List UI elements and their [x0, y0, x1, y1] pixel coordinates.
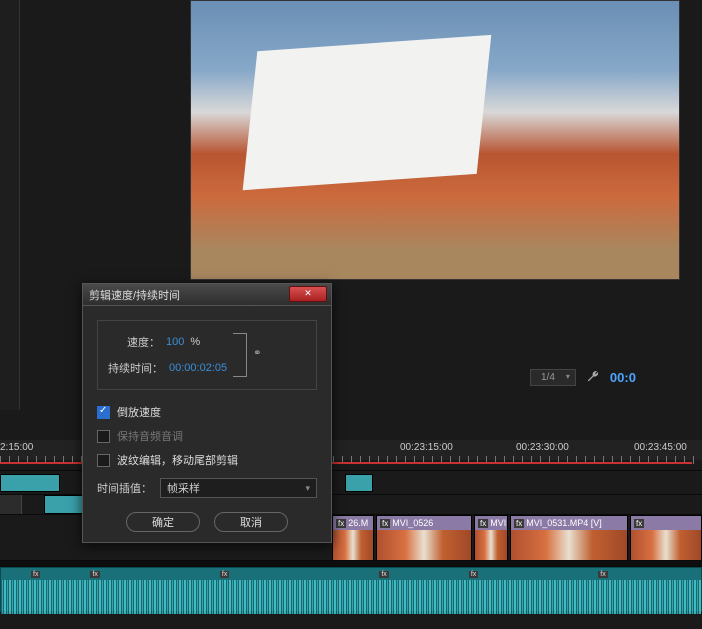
time-interpolation-label: 时间插值： — [97, 480, 152, 496]
clip[interactable] — [0, 474, 60, 492]
video-clip[interactable]: fxMVI_0526 — [376, 515, 472, 560]
fx-badge-icon: fx — [90, 571, 99, 578]
fx-badge-icon: fx — [469, 571, 478, 578]
fx-badge-icon: fx — [336, 519, 346, 528]
speed-unit: % — [190, 336, 200, 348]
maintain-pitch-row[interactable]: 保持音频音调 — [97, 428, 317, 444]
clip-label: MVI_0526 — [392, 518, 433, 528]
ruler-tick-1: 00:23:15:00 — [400, 442, 453, 453]
time-interpolation-select[interactable]: 帧采样 — [160, 478, 317, 498]
preview-frame — [191, 1, 679, 279]
left-panel — [0, 0, 20, 410]
playback-controls: 1/4 00:0 — [530, 365, 702, 389]
dialog-title: 剪辑速度/持续时间 — [89, 287, 180, 303]
audio-track-a1[interactable]: fx fx fx fx fx fx — [0, 566, 702, 612]
reverse-speed-label: 倒放速度 — [117, 404, 161, 420]
reverse-speed-row[interactable]: 倒放速度 — [97, 404, 317, 420]
fx-badge-icon: fx — [598, 571, 607, 578]
speed-value[interactable]: 100 — [166, 336, 184, 348]
clip-thumb — [475, 530, 507, 562]
reverse-speed-checkbox[interactable] — [97, 406, 110, 419]
track-header[interactable] — [0, 495, 22, 514]
wrench-icon[interactable] — [586, 370, 600, 384]
fx-badge-icon: fx — [220, 571, 229, 578]
clip-thumb — [511, 530, 627, 562]
out-timecode[interactable]: 00:0 — [610, 370, 636, 385]
playback-resolution-select[interactable]: 1/4 — [530, 369, 576, 386]
video-clip[interactable]: fxMVI — [474, 515, 508, 560]
video-clip[interactable]: fx — [630, 515, 702, 560]
ripple-edit-checkbox[interactable] — [97, 454, 110, 467]
maintain-pitch-checkbox[interactable] — [97, 430, 110, 443]
program-monitor — [190, 0, 680, 280]
dialog-titlebar[interactable]: 剪辑速度/持续时间 ✕ — [83, 284, 331, 306]
video-clip[interactable]: fx26.M — [332, 515, 374, 560]
clip-thumb — [333, 530, 373, 562]
audio-clip-header[interactable]: fx fx fx fx fx fx — [1, 568, 701, 580]
clip[interactable] — [345, 474, 373, 492]
duration-value[interactable]: 00:00:02:05 — [169, 362, 227, 374]
speed-duration-group: 速度： 100 % 持续时间： 00:00:02:05 ⚭ — [97, 320, 317, 390]
speed-label: 速度： — [108, 334, 160, 350]
duration-label: 持续时间： — [108, 360, 163, 376]
ok-button[interactable]: 确定 — [126, 512, 200, 532]
clip-speed-duration-dialog: 剪辑速度/持续时间 ✕ 速度： 100 % 持续时间： 00:00:02:05 … — [82, 283, 332, 543]
close-button[interactable]: ✕ — [289, 286, 327, 302]
clip-thumb — [377, 530, 471, 562]
audio-waveform — [1, 580, 701, 614]
fx-badge-icon: fx — [379, 571, 388, 578]
ripple-edit-row[interactable]: 波纹编辑，移动尾部剪辑 — [97, 452, 317, 468]
link-bracket — [233, 333, 247, 377]
clip[interactable] — [44, 495, 84, 514]
ruler-tick-2: 00:23:30:00 — [516, 442, 569, 453]
maintain-pitch-label: 保持音频音调 — [117, 428, 183, 444]
clip-label: 26.M — [348, 518, 368, 528]
ripple-edit-label: 波纹编辑，移动尾部剪辑 — [117, 452, 238, 468]
link-icon[interactable]: ⚭ — [253, 348, 263, 362]
fx-badge-icon: fx — [514, 519, 524, 528]
clip-label: MVI — [490, 518, 506, 528]
fx-badge-icon: fx — [31, 571, 40, 578]
fx-badge-icon: fx — [634, 519, 644, 528]
video-clip[interactable]: fxMVI_0531.MP4 [V] — [510, 515, 628, 560]
cancel-button[interactable]: 取消 — [214, 512, 288, 532]
fx-badge-icon: fx — [380, 519, 390, 528]
clip-label: MVI_0531.MP4 [V] — [526, 518, 602, 528]
clip-thumb — [631, 530, 701, 562]
ruler-tick-3: 00:23:45:00 — [634, 442, 687, 453]
fx-badge-icon: fx — [478, 519, 488, 528]
ruler-tick-0: 2:15:00 — [0, 442, 33, 453]
